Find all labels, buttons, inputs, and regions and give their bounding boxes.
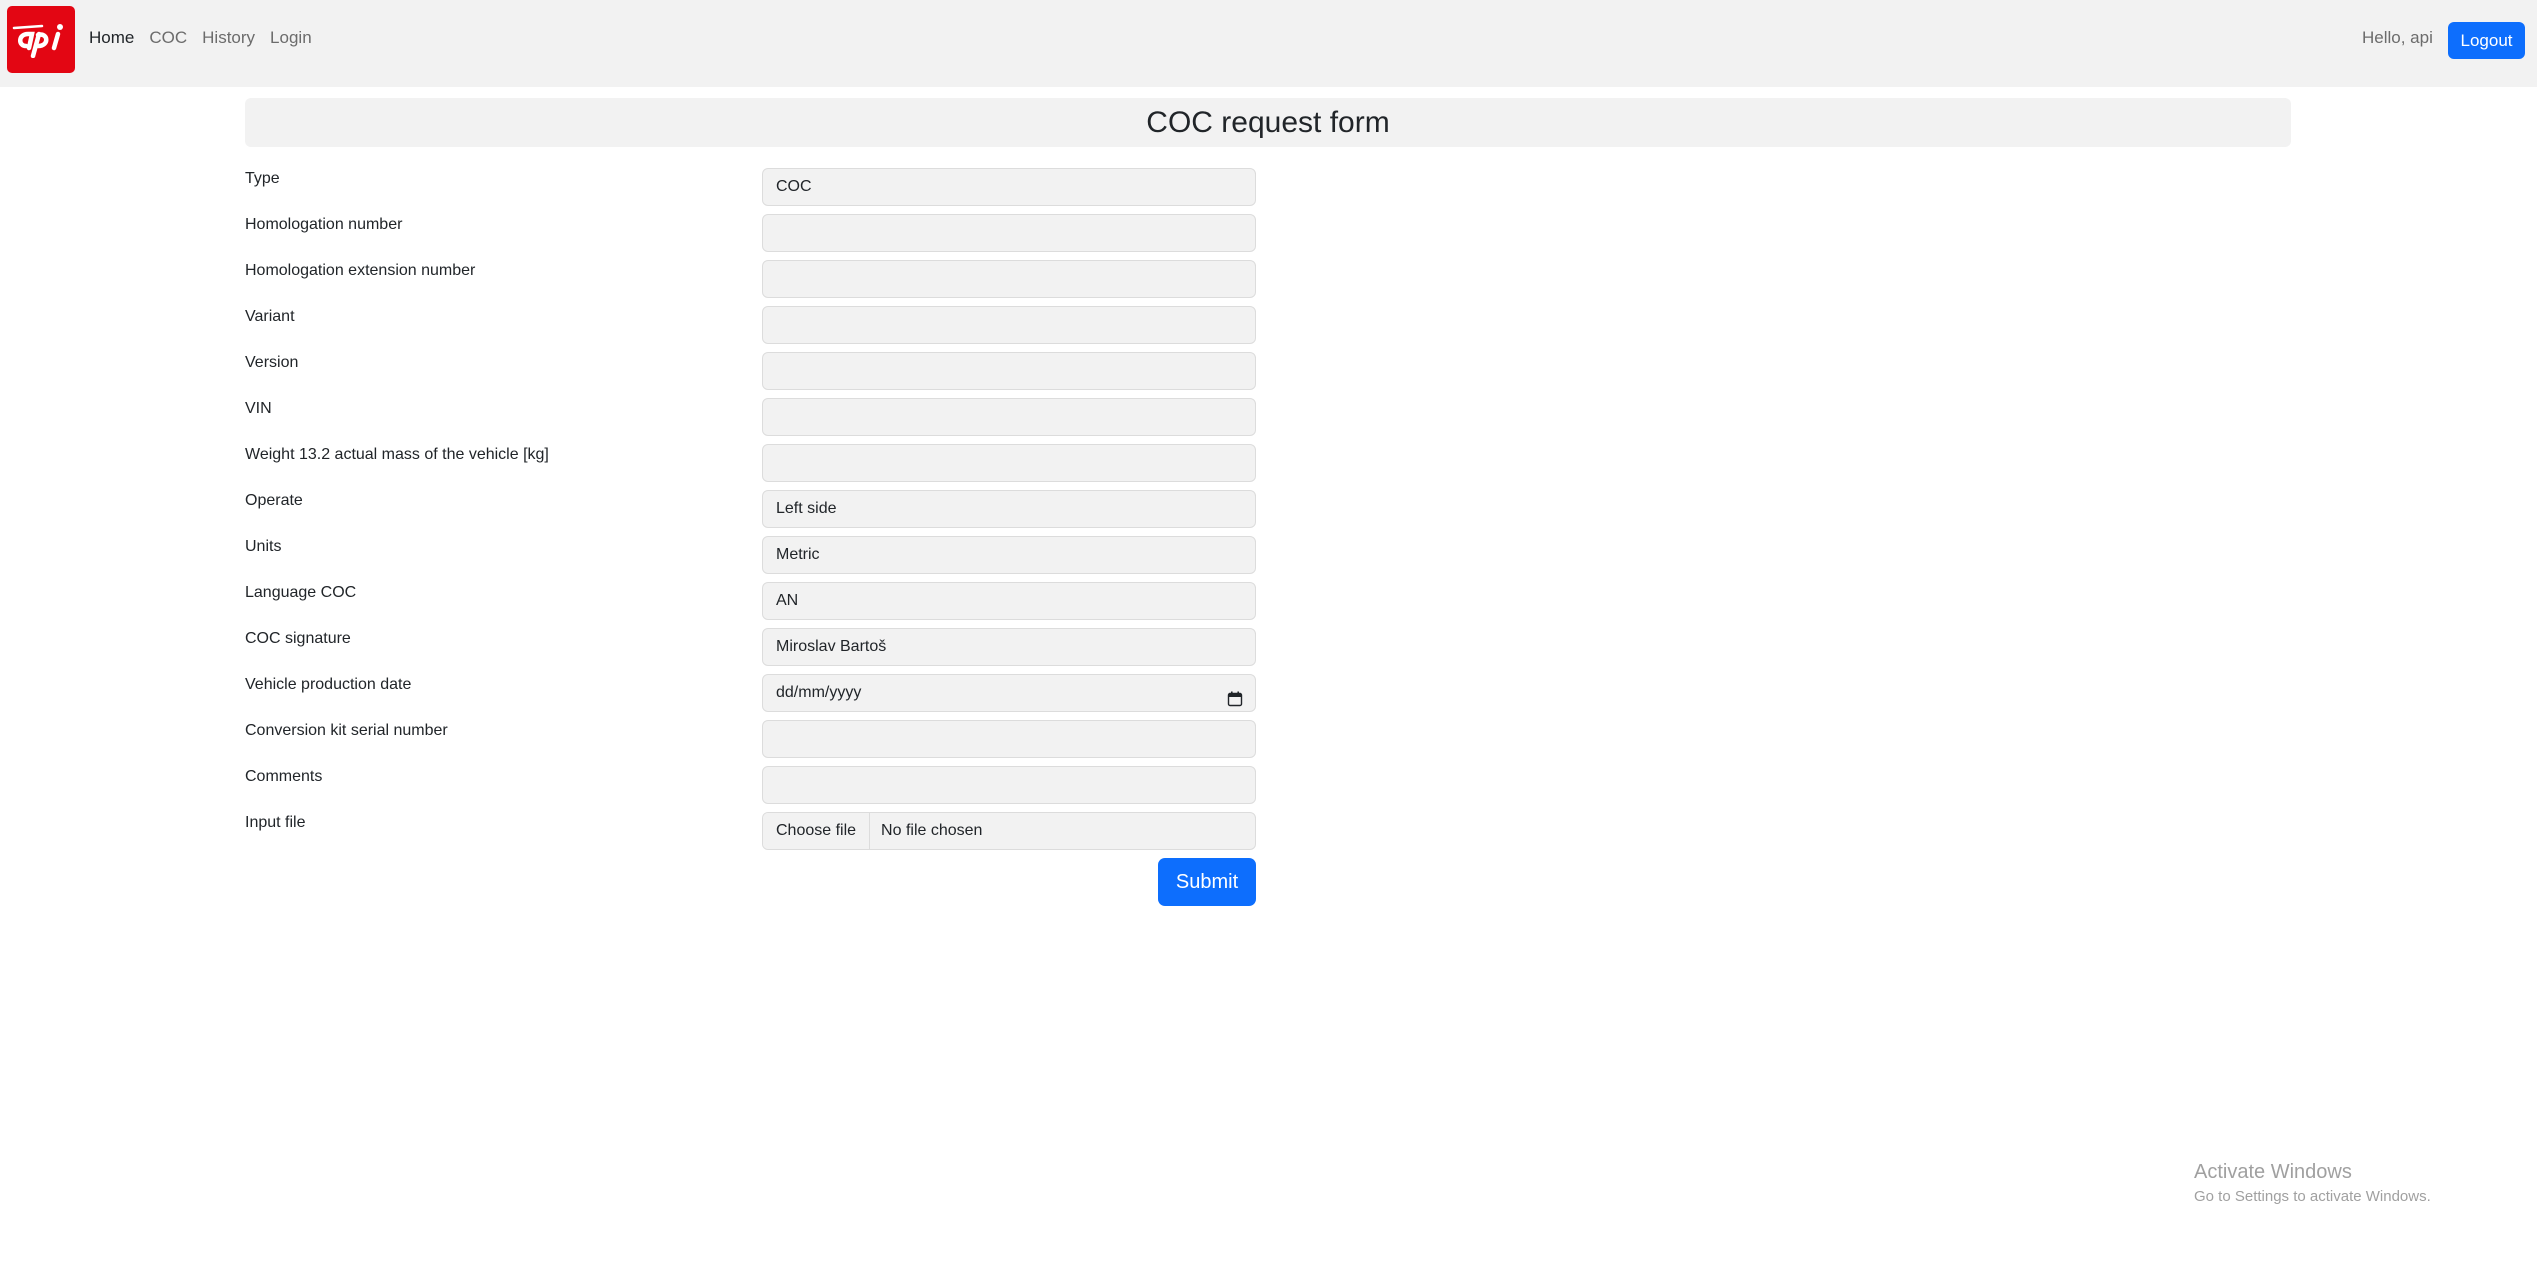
field-production-date: Vehicle production date dd/mm/yyyy — [245, 674, 1256, 716]
watermark-title: Activate Windows — [2194, 1161, 2352, 1183]
field-operate: Operate Left side — [245, 490, 1256, 532]
field-label: Language COC — [245, 584, 357, 601]
field-label: Conversion kit serial number — [245, 722, 448, 739]
units-select[interactable]: Metric — [762, 536, 1256, 574]
field-label: Variant — [245, 308, 295, 325]
user-greeting: Hello, api — [2362, 28, 2433, 47]
variant-input[interactable] — [762, 306, 1256, 344]
file-status: No file chosen — [881, 822, 983, 839]
nav-coc[interactable]: COC — [149, 28, 187, 48]
field-vin: VIN — [245, 398, 1256, 440]
submit-button[interactable]: Submit — [1158, 858, 1256, 906]
field-conversion-kit: Conversion kit serial number — [245, 720, 1256, 762]
field-language: Language COC AN — [245, 582, 1256, 624]
field-units: Units Metric — [245, 536, 1256, 578]
field-variant: Variant — [245, 306, 1256, 348]
conversion-kit-input[interactable] — [762, 720, 1256, 758]
field-label: Input file — [245, 814, 306, 831]
watermark-subtitle: Go to Settings to activate Windows. — [2194, 1188, 2431, 1205]
field-comments: Comments — [245, 766, 1256, 808]
vin-input[interactable] — [762, 398, 1256, 436]
field-label: Type — [245, 170, 280, 187]
field-label: Homologation extension number — [245, 262, 476, 279]
calendar-icon[interactable] — [1227, 685, 1243, 711]
field-label: Homologation number — [245, 216, 403, 233]
field-homologation-number: Homologation number — [245, 214, 1256, 256]
signature-select[interactable]: Miroslav Bartoš — [762, 628, 1256, 666]
operate-select[interactable]: Left side — [762, 490, 1256, 528]
field-label: Weight 13.2 actual mass of the vehicle [… — [245, 446, 549, 463]
field-label: Comments — [245, 768, 323, 785]
field-input-file: Input file Choose file No file chosen — [245, 812, 1256, 854]
file-input[interactable]: Choose file No file chosen — [762, 812, 1256, 850]
form-title: COC request form — [245, 98, 2291, 147]
navbar: Home COC History Login Hello, api Logout — [0, 0, 2537, 87]
nav-history[interactable]: History — [202, 28, 255, 48]
comments-input[interactable] — [762, 766, 1256, 804]
type-select[interactable]: COC — [762, 168, 1256, 206]
nav-links: Home COC History Login — [89, 28, 327, 48]
logout-button[interactable]: Logout — [2448, 22, 2525, 59]
date-placeholder: dd/mm/yyyy — [776, 684, 862, 701]
field-label: Vehicle production date — [245, 676, 412, 693]
homologation-extension-input[interactable] — [762, 260, 1256, 298]
choose-file-button[interactable]: Choose file — [763, 813, 871, 849]
production-date-input[interactable]: dd/mm/yyyy — [762, 674, 1256, 712]
version-input[interactable] — [762, 352, 1256, 390]
field-homologation-extension: Homologation extension number — [245, 260, 1256, 302]
field-label: Version — [245, 354, 299, 371]
field-type: Type COC — [245, 168, 1256, 210]
nav-login[interactable]: Login — [270, 28, 312, 48]
field-label: VIN — [245, 400, 272, 417]
weight-input[interactable] — [762, 444, 1256, 482]
nav-home[interactable]: Home — [89, 28, 134, 48]
language-select[interactable]: AN — [762, 582, 1256, 620]
homologation-number-input[interactable] — [762, 214, 1256, 252]
activate-windows-watermark: Activate Windows Go to Settings to activ… — [2194, 1161, 2431, 1205]
field-label: Units — [245, 538, 282, 555]
field-label: COC signature — [245, 630, 351, 647]
field-signature: COC signature Miroslav Bartoš — [245, 628, 1256, 670]
field-weight: Weight 13.2 actual mass of the vehicle [… — [245, 444, 1256, 486]
field-label: Operate — [245, 492, 303, 509]
api-logo-icon[interactable] — [7, 6, 75, 73]
field-version: Version — [245, 352, 1256, 394]
